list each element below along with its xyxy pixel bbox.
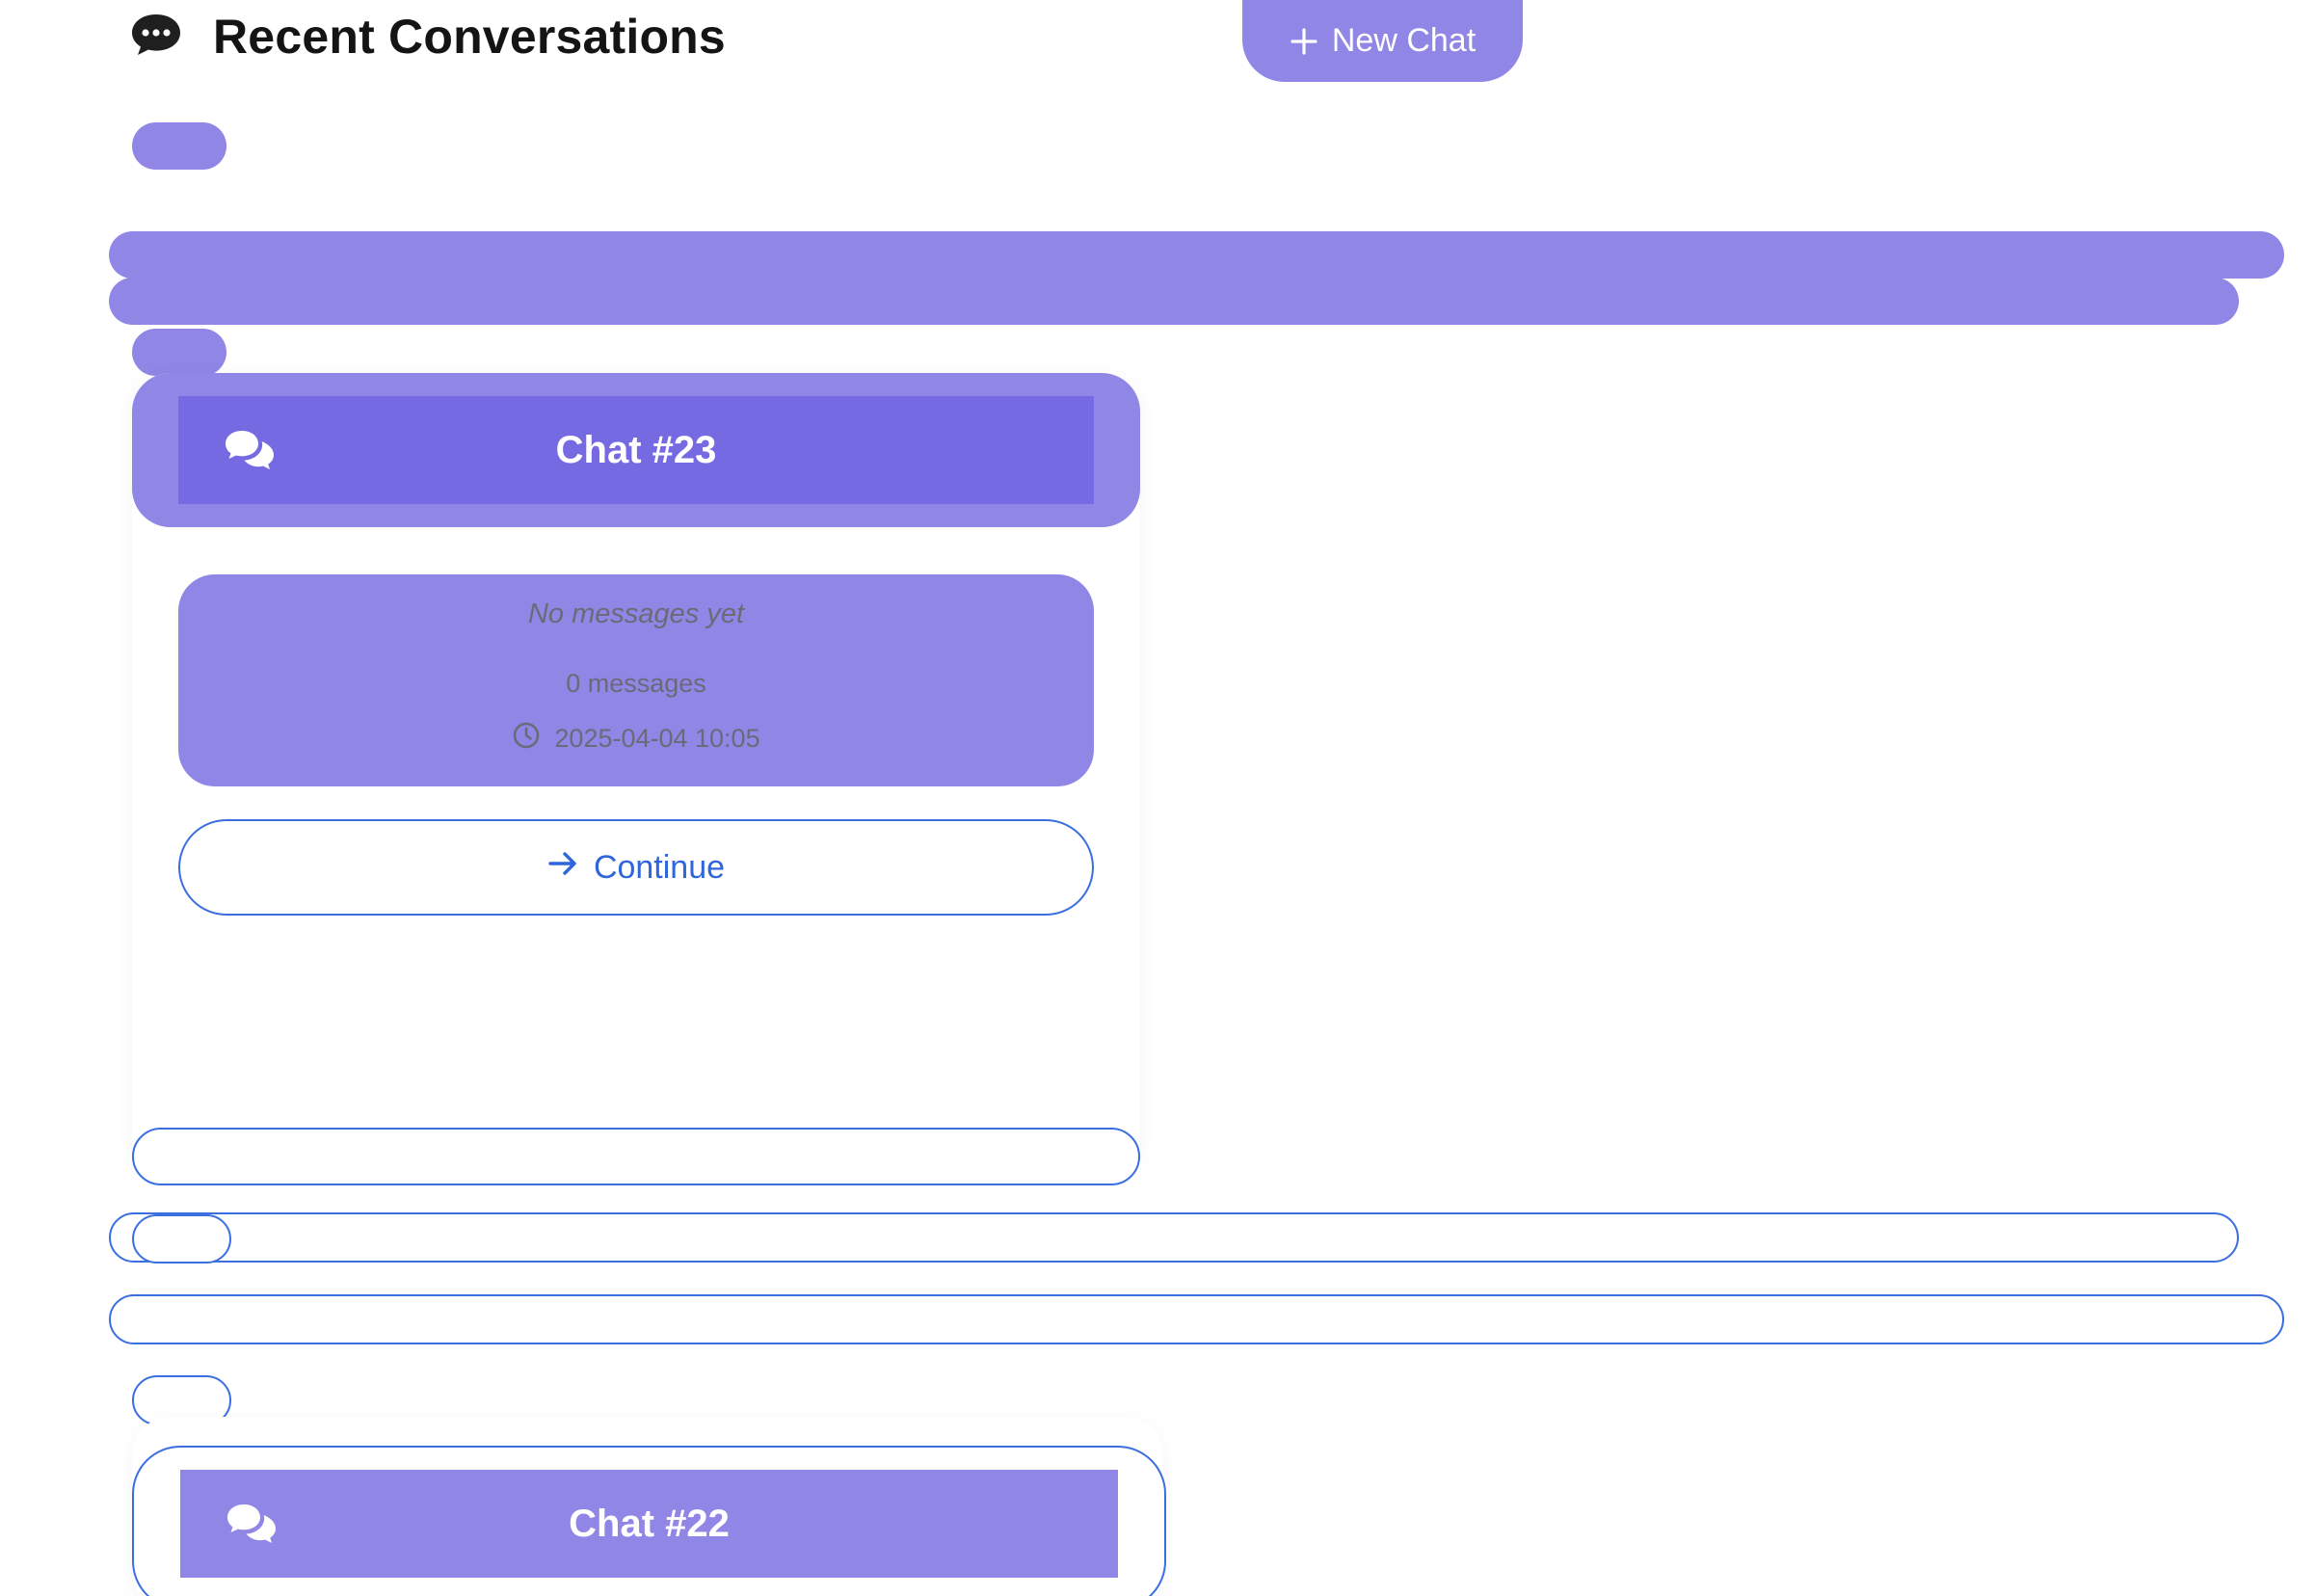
timestamp-row: 2025-04-04 10:05 bbox=[178, 721, 1094, 757]
skeleton-line bbox=[109, 1212, 2239, 1263]
plus-icon bbox=[1290, 27, 1318, 56]
skeleton-line bbox=[109, 1294, 2284, 1344]
timestamp: 2025-04-04 10:05 bbox=[554, 724, 760, 753]
chat-bubble-icon bbox=[129, 12, 183, 58]
page-title: Recent Conversations bbox=[213, 10, 726, 64]
skeleton-line bbox=[109, 231, 2284, 279]
conversation-title: Chat #22 bbox=[569, 1502, 730, 1545]
conversation-card-title-bar[interactable]: Chat #22 bbox=[180, 1470, 1118, 1578]
skeleton-line bbox=[109, 278, 2239, 325]
clock-icon bbox=[512, 721, 541, 757]
arrow-right-icon bbox=[547, 849, 578, 887]
preview-text: No messages yet bbox=[527, 598, 745, 629]
page: Recent Conversations New Chat Chat #23 N… bbox=[0, 0, 2315, 1596]
conversation-card-title-bar[interactable]: Chat #23 bbox=[178, 396, 1094, 504]
skeleton-footer bbox=[132, 1128, 1140, 1185]
message-preview: No messages yet 0 messages 2025-04-04 10… bbox=[178, 574, 1094, 786]
skeleton-badge bbox=[132, 329, 226, 376]
conversation-title: Chat #23 bbox=[555, 428, 717, 471]
new-chat-label: New Chat bbox=[1331, 22, 1477, 59]
continue-label: Continue bbox=[593, 848, 726, 886]
message-count: 0 messages bbox=[566, 669, 706, 698]
skeleton-badge bbox=[132, 1214, 231, 1264]
new-chat-button[interactable]: New Chat bbox=[1242, 0, 1523, 82]
skeleton-badge bbox=[132, 122, 226, 170]
continue-button[interactable]: Continue bbox=[178, 819, 1094, 916]
